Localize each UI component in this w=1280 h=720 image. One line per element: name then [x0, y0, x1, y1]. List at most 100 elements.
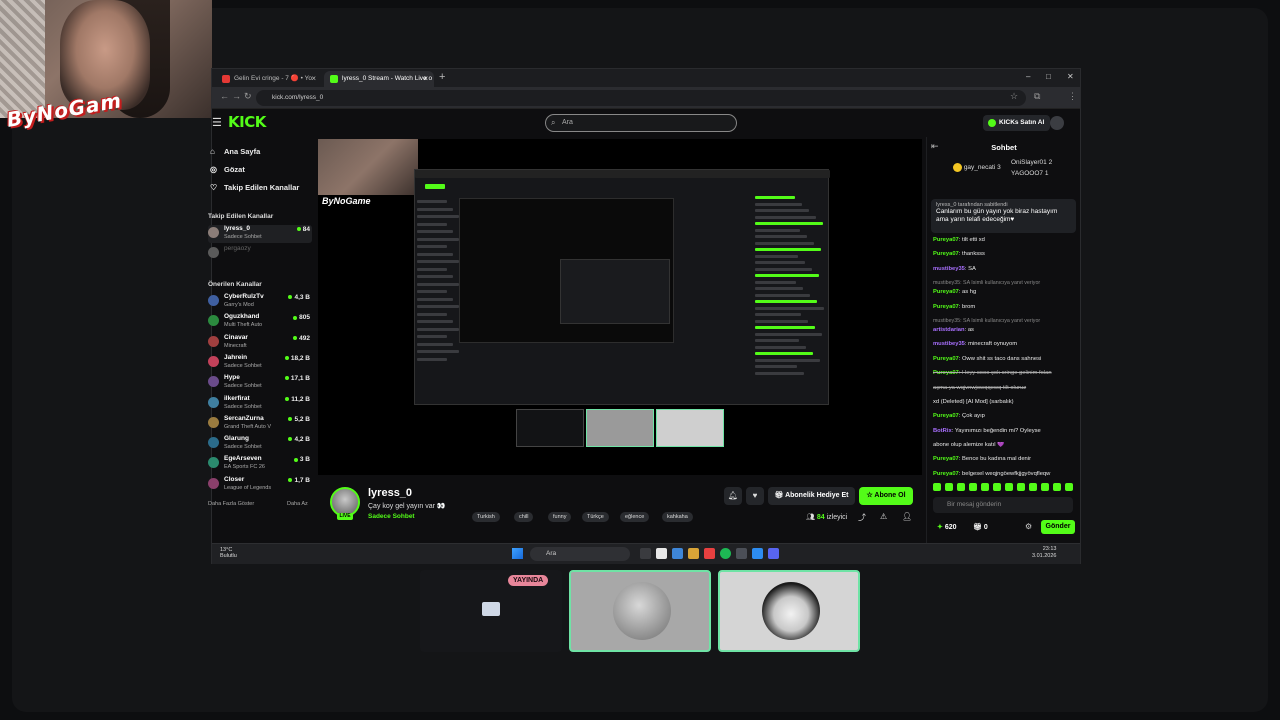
- subscribe-button[interactable]: ☆ Abone Ol: [859, 487, 913, 505]
- bookmark-icon[interactable]: ☆: [1010, 91, 1018, 102]
- chat-message[interactable]: Pureya07: as hg: [933, 289, 1081, 296]
- app3-icon[interactable]: [752, 548, 763, 559]
- recommended-channel[interactable]: Jahrein Sadece Sohbet 18,2 B: [208, 354, 312, 372]
- participant-tile-1[interactable]: [569, 570, 711, 652]
- folder-icon[interactable]: [688, 548, 699, 559]
- emote-icon[interactable]: [981, 483, 989, 491]
- chat-message[interactable]: xd (Deleted) [AI Mod] (sarbalık): [933, 399, 1081, 406]
- more-icon[interactable]: ⋮: [1068, 91, 1077, 102]
- search-input[interactable]: ⌕ Ara: [545, 114, 737, 132]
- chat-message[interactable]: Pureya07: Heyy cooo çok cringe gelinim f…: [933, 370, 1081, 377]
- recommended-channel[interactable]: Glarung Sadece Sohbet 4,2 B: [208, 435, 312, 453]
- video-player[interactable]: ByNoGame: [318, 139, 922, 475]
- new-tab-icon[interactable]: +: [439, 71, 445, 83]
- chat-message[interactable]: Pureya07: Bence bu kadına mal denir: [933, 456, 1081, 463]
- buy-kicks-button[interactable]: KICKs Satın Al: [983, 115, 1051, 131]
- user-avatar[interactable]: [1050, 116, 1064, 130]
- chat-username[interactable]: mustibey35: [933, 266, 965, 272]
- chat-message[interactable]: açma ya wqjvnwjowqqewq tilt oluruz: [933, 385, 1081, 392]
- chat-username[interactable]: Pureya07: [933, 304, 959, 310]
- url-input[interactable]: kick.com/lyress_0: [256, 90, 1026, 106]
- chat-message[interactable]: artistdarian: as: [933, 327, 1081, 334]
- close-window-icon[interactable]: ✕: [1067, 72, 1074, 81]
- chat-message[interactable]: Pureya07: tilt etti xd: [933, 237, 1081, 244]
- recommended-channel[interactable]: ilkerfirat Sadece Sohbet 11,2 B: [208, 395, 312, 413]
- chat-username[interactable]: artistdarian: [933, 327, 965, 333]
- recommended-channel[interactable]: Oguzkhand Multi Theft Auto 805: [208, 313, 312, 331]
- emote-icon[interactable]: [1053, 483, 1061, 491]
- back-icon[interactable]: ←: [220, 91, 229, 101]
- chat-message[interactable]: Pureya07: Çok ayıp: [933, 413, 1081, 420]
- stream-category[interactable]: Sadece Sohbet: [368, 513, 415, 520]
- chat-message-input[interactable]: Bir mesaj gönderin: [933, 497, 1073, 513]
- chat-username[interactable]: Pureya07: [933, 237, 959, 243]
- chat-username[interactable]: Pureya07: [933, 370, 959, 376]
- chat-username[interactable]: Pureya07: [933, 456, 959, 462]
- spotify-icon[interactable]: [720, 548, 731, 559]
- chat-message[interactable]: Pureya07: belgesel weqjngöewfkjjgyövqfle…: [933, 471, 1081, 477]
- chrome-icon[interactable]: [656, 548, 667, 559]
- streamer-name[interactable]: lyress_0: [368, 487, 412, 499]
- hamburger-menu-icon[interactable]: ☰: [212, 116, 222, 129]
- participant-tile-2[interactable]: [718, 570, 860, 652]
- stream-tag[interactable]: kahkaha: [662, 512, 693, 522]
- follow-heart-button[interactable]: ♥: [746, 487, 764, 505]
- chat-username[interactable]: Pureya07: [933, 251, 959, 257]
- emote-icon[interactable]: [1029, 483, 1037, 491]
- stream-tag[interactable]: Turkish: [472, 512, 500, 522]
- stream-tag[interactable]: Türkçe: [582, 512, 609, 522]
- emote-icon[interactable]: [1065, 483, 1073, 491]
- stream-tag[interactable]: funny: [548, 512, 572, 522]
- chat-message[interactable]: Pureya07: thanksss: [933, 251, 1081, 258]
- show-more-link[interactable]: Daha Fazla Göster: [208, 501, 254, 507]
- chat-username[interactable]: Pureya07: [933, 356, 959, 362]
- nav-following[interactable]: ♡ Takip Edilen Kanallar: [210, 181, 299, 195]
- forward-icon[interactable]: →: [232, 91, 241, 101]
- report-icon[interactable]: ⚠: [880, 512, 887, 521]
- emote-icon[interactable]: [1017, 483, 1025, 491]
- close-tab-icon[interactable]: ×: [423, 71, 428, 87]
- minimize-icon[interactable]: –: [1026, 72, 1030, 81]
- maximize-icon[interactable]: □: [1046, 72, 1051, 81]
- emote-icon[interactable]: [969, 483, 977, 491]
- chat-username[interactable]: Pureya07: [933, 471, 959, 477]
- recommended-channel[interactable]: EgeArseven EA Sports FC 26 3 B: [208, 455, 312, 473]
- chat-message[interactable]: BotRix: Yayınımızı beğendin mi? Öyleyse: [933, 428, 1081, 435]
- browser-tab-2[interactable]: lyress_0 Stream - Watch Live o ×: [324, 71, 434, 87]
- chat-username[interactable]: Pureya07: [933, 413, 959, 419]
- task-view-icon[interactable]: [640, 548, 651, 559]
- channel-points[interactable]: ✦ 620: [937, 523, 957, 531]
- file-explorer-icon[interactable]: [672, 548, 683, 559]
- recommended-channel[interactable]: Closer League of Legends 1,7 B: [208, 476, 312, 494]
- system-clock[interactable]: 23:13 3.01.2026: [1032, 546, 1056, 560]
- chat-message[interactable]: Pureya07: Oww shit ss taco dans sahnesi: [933, 356, 1081, 363]
- emote-icon[interactable]: [933, 483, 941, 491]
- kick-logo[interactable]: KICK: [228, 113, 266, 131]
- chat-username[interactable]: BotRix: [933, 428, 952, 434]
- stream-tag[interactable]: chill: [514, 512, 534, 522]
- browser-tab-1[interactable]: Gelin Evi cringe - 7 🔴 • Yo ×: [216, 71, 322, 87]
- chat-message[interactable]: abone olup alemize katıl 💜: [933, 442, 1081, 449]
- app-icon[interactable]: [704, 548, 715, 559]
- followed-channel[interactable]: lyress_0 Sadece Sohbet 84: [208, 225, 312, 243]
- screen-share-tile[interactable]: YAYINDA: [420, 570, 562, 652]
- emote-icon[interactable]: [993, 483, 1001, 491]
- recommended-channel[interactable]: CyberRulzTv Garry's Mod 4,3 B: [208, 293, 312, 311]
- emote-icon[interactable]: [1041, 483, 1049, 491]
- nav-home[interactable]: ⌂ Ana Sayfa: [210, 145, 260, 159]
- chat-username[interactable]: mustibey35: [933, 341, 965, 347]
- chat-message[interactable]: mustibey35: SA: [933, 266, 1081, 273]
- chat-settings-icon[interactable]: ⚙: [1025, 522, 1032, 531]
- recommended-channel[interactable]: SercanZurna Grand Theft Auto V 5,2 B: [208, 415, 312, 433]
- emote-icon[interactable]: [957, 483, 965, 491]
- recommended-channel[interactable]: Cinavar Minecraft 492: [208, 334, 312, 352]
- close-tab-icon[interactable]: ×: [311, 71, 316, 87]
- share-icon[interactable]: ⤴: [858, 512, 866, 523]
- show-less-link[interactable]: Daha Az: [287, 501, 308, 507]
- chat-message[interactable]: Pureya07: brom: [933, 304, 1081, 311]
- stream-tag[interactable]: eğlence: [620, 512, 650, 522]
- pinned-message[interactable]: lyress_0 tarafından sabitlendi Canlarım …: [931, 199, 1076, 233]
- emote-icon[interactable]: [1005, 483, 1013, 491]
- discord-icon[interactable]: [768, 548, 779, 559]
- recommended-channel[interactable]: Hype Sadece Sohbet 17,1 B: [208, 374, 312, 392]
